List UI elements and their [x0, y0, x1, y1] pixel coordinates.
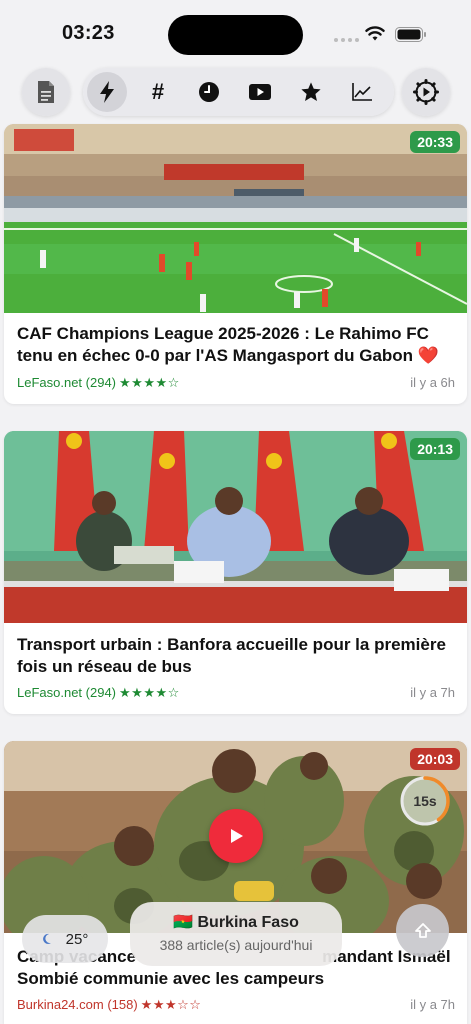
video-icon — [249, 84, 271, 100]
article-count: 388 article(s) aujourd'hui — [159, 937, 313, 953]
rating-stars: ★★★☆☆ — [140, 997, 202, 1012]
tab-history[interactable] — [189, 72, 229, 112]
cellular-signal-icon — [334, 38, 359, 42]
article-source[interactable]: Burkina24.com (158) ★★★☆☆ — [17, 997, 201, 1013]
tab-videos[interactable] — [240, 72, 280, 112]
battery-icon — [395, 27, 426, 42]
tab-latest[interactable] — [87, 72, 127, 112]
weather-temperature: 25° — [65, 930, 89, 948]
tab-stats[interactable] — [342, 72, 382, 112]
clock-icon — [199, 82, 219, 102]
scroll-to-top-button[interactable] — [396, 904, 449, 957]
time-badge: 20:13 — [410, 438, 460, 460]
flag-icon: 🇧🇫 — [173, 914, 194, 931]
source-name: LeFaso.net (294) — [17, 685, 117, 700]
country-selector[interactable]: 🇧🇫 Burkina Faso 388 article(s) aujourd'h… — [130, 902, 342, 966]
dynamic-island — [168, 15, 303, 55]
category-tabs: # — [83, 68, 394, 116]
bolt-icon — [100, 81, 114, 103]
chart-icon — [352, 83, 372, 101]
country-title: 🇧🇫 Burkina Faso — [130, 912, 342, 932]
arrow-up-icon — [414, 922, 431, 938]
article-source[interactable]: LeFaso.net (294) ★★★★☆ — [17, 685, 180, 701]
news-card[interactable]: 20:13 Transport urbain : Banfora accueil… — [4, 431, 467, 714]
tab-tags[interactable]: # — [138, 72, 178, 112]
gear-icon — [413, 79, 439, 105]
article-source[interactable]: LeFaso.net (294) ★★★★☆ — [17, 375, 180, 391]
tab-favorites[interactable] — [291, 72, 331, 112]
article-image: 20:13 — [4, 431, 467, 623]
wifi-icon — [365, 26, 385, 41]
document-icon — [38, 81, 54, 103]
status-time: 03:23 — [62, 22, 115, 44]
rating-stars: ★★★★☆ — [119, 685, 180, 700]
status-bar: 03:23 — [0, 0, 471, 70]
source-name: LeFaso.net (294) — [17, 375, 117, 390]
source-name: Burkina24.com (158) — [17, 997, 138, 1012]
rating-stars: ★★★★☆ — [119, 375, 180, 390]
news-card[interactable]: 20:03 15s Camp vacancemandant Ismaël Som… — [4, 741, 467, 1024]
article-image: 20:33 — [4, 124, 467, 313]
news-card[interactable]: 20:33 CAF Champions League 2025-2026 : L… — [4, 124, 467, 404]
country-name: Burkina Faso — [197, 914, 299, 931]
article-title[interactable]: CAF Champions League 2025-2026 : Le Rahi… — [17, 323, 457, 367]
article-title[interactable]: Transport urbain : Banfora accueille pou… — [17, 634, 457, 678]
weather-chip[interactable]: 25° — [22, 915, 108, 963]
article-title-line2: Sombié communie avec les campeurs — [17, 969, 325, 988]
settings-button[interactable] — [402, 68, 450, 116]
top-toolbar: # — [0, 64, 471, 124]
document-button[interactable] — [22, 68, 70, 116]
article-age: il y a 7h — [410, 997, 455, 1012]
time-badge: 20:33 — [410, 131, 460, 153]
play-button[interactable] — [209, 809, 263, 863]
play-icon — [231, 829, 243, 843]
moon-icon — [42, 933, 51, 944]
hash-icon: # — [151, 79, 165, 104]
article-age: il y a 6h — [410, 375, 455, 390]
star-icon — [301, 82, 321, 101]
time-badge: 20:03 — [410, 748, 460, 770]
article-age: il y a 7h — [410, 685, 455, 700]
countdown-timer-label: 15s — [413, 793, 437, 809]
